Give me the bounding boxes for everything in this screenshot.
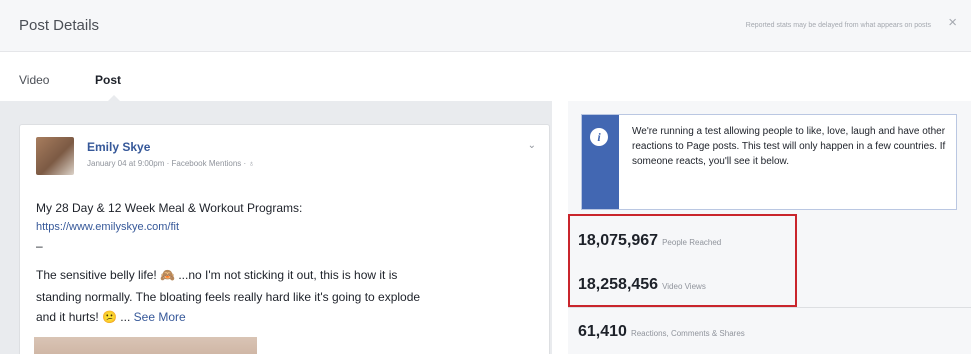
header-title: Post Details	[19, 17, 100, 34]
post-card: Emily Skye January 04 at 9:00pm · Facebo…	[19, 124, 550, 354]
see-more-link[interactable]: See More	[134, 310, 186, 324]
info-icon: i	[590, 128, 608, 146]
stat-value: 61,410	[578, 323, 627, 340]
post-text-end: and it hurts! 😕 ...	[36, 310, 134, 324]
reactions-test-notice: i We're running a test allowing people t…	[581, 114, 957, 210]
avatar[interactable]	[36, 137, 74, 175]
post-meta: January 04 at 9:00pm · Facebook Mentions…	[87, 159, 255, 168]
post-image[interactable]	[34, 337, 257, 354]
info-stripe: i	[582, 115, 619, 209]
stat-label: Reactions, Comments & Shares	[630, 329, 745, 338]
tab-post[interactable]: Post	[95, 73, 121, 87]
post-link[interactable]: https://www.emilyskye.com/fit	[36, 221, 179, 233]
stat-value: 18,075,967	[578, 232, 659, 249]
header-notice: Reported stats may be delayed from what …	[745, 22, 931, 29]
post-text-line: and it hurts! 😕 ... See More	[36, 310, 186, 324]
chevron-down-icon[interactable]: ⌄	[528, 140, 536, 151]
post-text-line: standing normally. The bloating feels re…	[36, 290, 421, 304]
stat-label: People Reached	[662, 238, 722, 247]
stat-reactions: 61,410 Reactions, Comments & Shares	[578, 323, 745, 341]
stat-people-reached: 18,075,967 People Reached	[578, 232, 721, 250]
tab-bar: Video Post	[0, 52, 971, 103]
stat-value: 18,258,456	[578, 276, 659, 293]
info-text: We're running a test allowing people to …	[632, 126, 946, 167]
post-text-line: My 28 Day & 12 Week Meal & Workout Progr…	[36, 201, 303, 215]
post-details-header: Post Details Reported stats may be delay…	[0, 0, 971, 52]
post-text-dash: –	[36, 239, 43, 253]
tab-video[interactable]: Video	[19, 73, 49, 87]
post-text-line: The sensitive belly life! 🙈 ...no I'm no…	[36, 268, 398, 282]
stat-video-views: 18,258,456 Video Views	[578, 276, 706, 294]
stat-label: Video Views	[662, 282, 706, 291]
divider	[568, 307, 971, 308]
close-icon[interactable]: ×	[948, 15, 957, 30]
author-name[interactable]: Emily Skye	[87, 140, 150, 154]
